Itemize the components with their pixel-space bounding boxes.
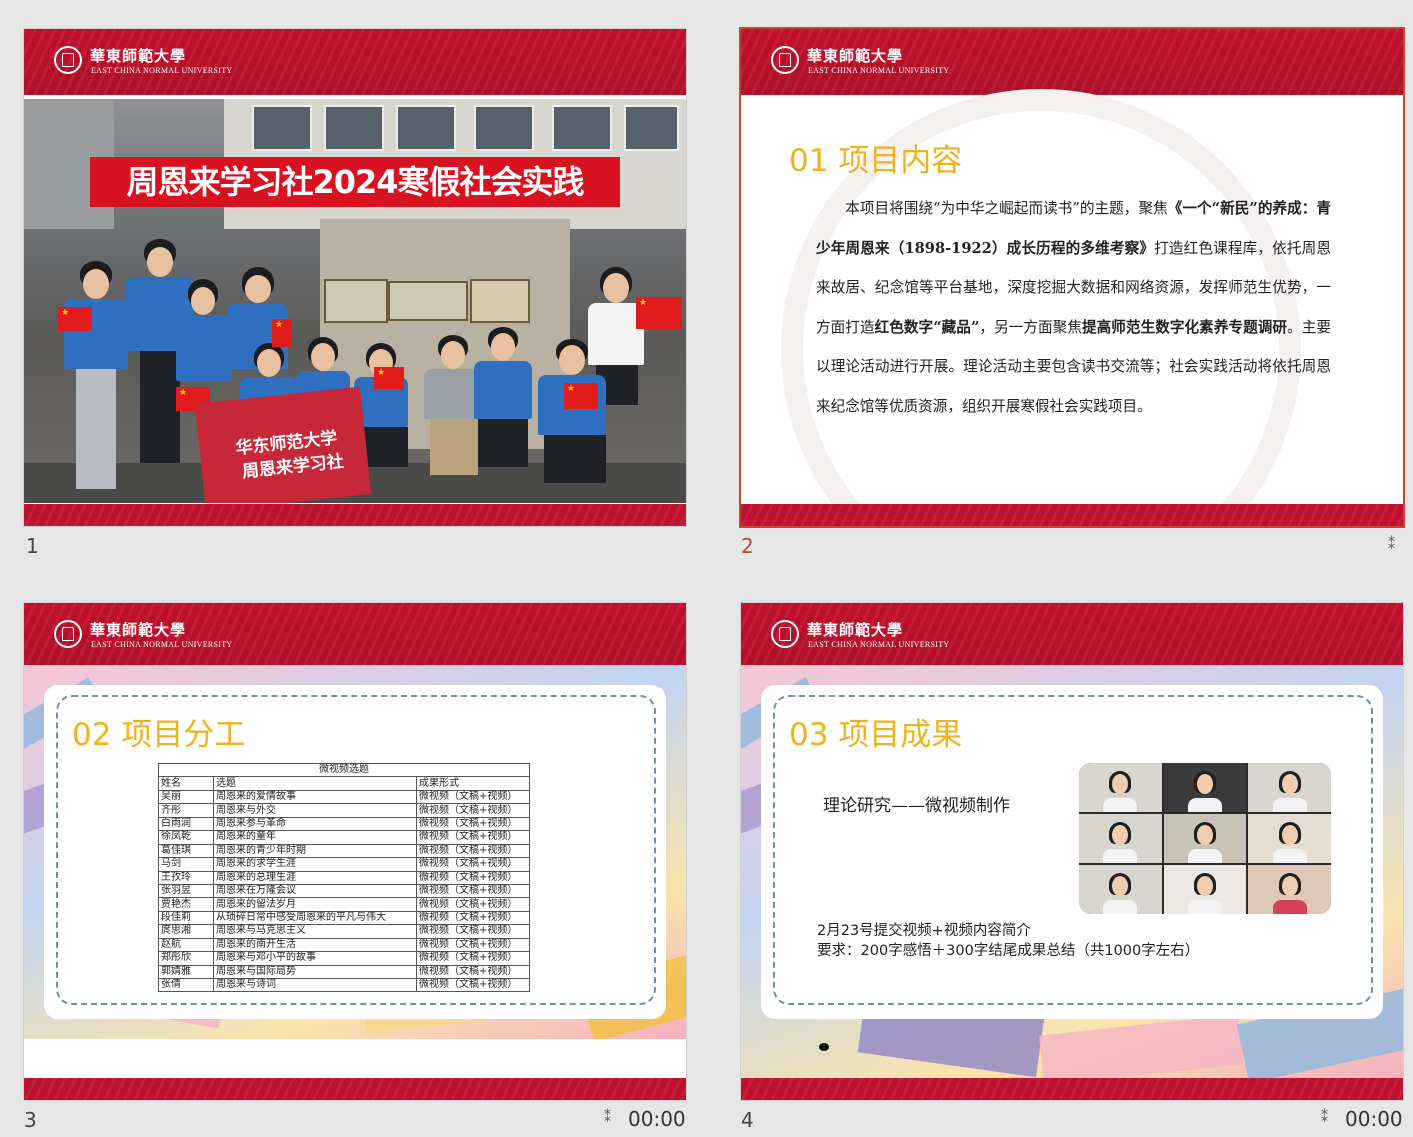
slide-thumbnail-1[interactable]: 華東師範大學 EAST CHINA NORMAL UNIVERSITY 周恩来学…: [24, 29, 686, 526]
university-name-en: EAST CHINA NORMAL UNIVERSITY: [808, 66, 950, 75]
table-caption: 微视频选题: [158, 762, 530, 778]
table-row: 吴丽 周恩来的爱情故事 微视频（文稿+视频）: [158, 789, 530, 805]
star-animation-icon[interactable]: ⁑: [604, 1110, 611, 1126]
photo-banner-title: 周恩来学习社2024寒假社会实践: [90, 157, 620, 207]
submission-requirements: 要求：200字感悟＋300字结尾成果总结（共1000字左右）: [817, 943, 1200, 959]
table-row: 马剑 周恩来的求学生涯 微视频（文稿+视频）: [158, 857, 530, 872]
china-flag-icon: [636, 297, 682, 329]
bullet-dot: [819, 1043, 829, 1051]
slide-footer: [741, 1078, 1403, 1100]
project-content-text: 本项目将围绕“为中华之崛起而读书”的主题，聚焦《一个“新民”的养成：青少年周恩来…: [816, 200, 1331, 415]
china-flag-icon: [374, 367, 404, 389]
slide-number: 4: [741, 1108, 754, 1132]
star-animation-icon[interactable]: ⁑: [1321, 1110, 1328, 1126]
section-title: 02 项目分工: [72, 717, 246, 753]
slide-number: 3: [24, 1108, 37, 1132]
group-photo: 周恩来学习社2024寒假社会实践 ★ ★ ★ ★ ★ ★ 华东师范大学 周恩来学…: [24, 99, 686, 503]
china-flag-icon: [272, 319, 292, 347]
table-row: 贾艳杰 周恩来的留法岁月 微视频（文稿+视频）: [158, 897, 530, 912]
video-topic-table: 微视频选题 姓名 选题 成果形式 吴丽 周恩来的爱情故事 微视频（文稿+视频） 齐彤…: [158, 762, 530, 993]
table-row: 张羽昱 周恩来在万隆会议 微视频（文稿+视频）: [158, 883, 530, 899]
slide-header: 華東師範大學 EAST CHINA NORMAL UNIVERSITY: [24, 29, 686, 95]
section-title: 01 项目内容: [789, 143, 963, 179]
university-name-cn: 華東師範大學: [807, 47, 904, 65]
slide-duration: 00:00: [628, 1107, 686, 1131]
table-row: 王孜玲 周恩来的总理生涯 微视频（文稿+视频）: [158, 870, 530, 885]
university-seal-icon: [54, 620, 82, 648]
star-animation-icon[interactable]: ⁑: [1388, 537, 1395, 553]
table-row: 齐彤 周恩来与外交 微视频（文稿+视频）: [158, 803, 530, 818]
table-row: 白雨润 周恩来参与革命 微视频（文稿+视频）: [158, 816, 530, 832]
table-row: 庹思湘 周恩来与马克思主义 微视频（文稿+视频）: [158, 924, 530, 939]
university-seal-icon: [771, 46, 799, 74]
table-row: 徐凤乾 周恩来的童年 微视频（文稿+视频）: [158, 830, 530, 845]
theory-research-label: 理论研究——微视频制作: [823, 796, 1010, 816]
slide-header: 華東師範大學 EAST CHINA NORMAL UNIVERSITY: [741, 29, 1403, 95]
table-row: 葛佳琪 周恩来的青少年时期 微视频（文稿+视频）: [158, 843, 530, 859]
section-title: 03 项目成果: [789, 717, 963, 753]
university-seal-icon: [771, 620, 799, 648]
slide-footer: [24, 1078, 686, 1100]
china-flag-icon: [564, 383, 598, 409]
table-row: 郭婧雅 周恩来与国际局势 微视频（文稿+视频）: [158, 964, 530, 980]
slide-header: 華東師範大學 EAST CHINA NORMAL UNIVERSITY: [24, 603, 686, 669]
slide-duration: 00:00: [1345, 1107, 1403, 1131]
school-banner: 华东师范大学 周恩来学习社: [194, 386, 372, 503]
slide-thumbnail-3[interactable]: 華東師範大學 EAST CHINA NORMAL UNIVERSITY 02 项…: [24, 603, 686, 1100]
slide-footer: [741, 504, 1403, 526]
table-row: 段佳莉 从琐碎日常中感受周恩来的平凡与伟大 微视频（文稿+视频）: [158, 910, 530, 926]
table-row: 赵航 周恩来的南开生活 微视频（文稿+视频）: [158, 937, 530, 953]
university-name-cn: 華東師範大學: [90, 47, 187, 65]
university-seal-icon: [54, 46, 82, 74]
china-flag-icon: [58, 307, 92, 331]
slide-thumbnail-4[interactable]: 華東師範大學 EAST CHINA NORMAL UNIVERSITY 03 项…: [741, 603, 1403, 1100]
slide-number: 2: [741, 534, 754, 558]
table-row: 张倩 周恩来与诗词 微视频（文稿+视频）: [158, 977, 530, 993]
slide-number: 1: [26, 534, 39, 558]
university-name-cn: 華東師範大學: [807, 621, 904, 639]
submission-deadline: 2月23号提交视频+视频内容简介: [817, 923, 1031, 939]
table-row: 郑彤欣 周恩来与邓小平的故事 微视频（文稿+视频）: [158, 951, 530, 966]
slide-thumbnail-2[interactable]: 華東師範大學 EAST CHINA NORMAL UNIVERSITY 01 项…: [741, 29, 1403, 526]
slide-footer: [24, 504, 686, 526]
university-name-en: EAST CHINA NORMAL UNIVERSITY: [91, 640, 233, 649]
slide-header: 華東師範大學 EAST CHINA NORMAL UNIVERSITY: [741, 603, 1403, 669]
university-name-en: EAST CHINA NORMAL UNIVERSITY: [808, 640, 950, 649]
university-name-en: EAST CHINA NORMAL UNIVERSITY: [91, 66, 233, 75]
table-header-row: 姓名 选题 成果形式: [158, 776, 530, 791]
video-meeting-screenshot: [1079, 763, 1331, 914]
university-name-cn: 華東師範大學: [90, 621, 187, 639]
